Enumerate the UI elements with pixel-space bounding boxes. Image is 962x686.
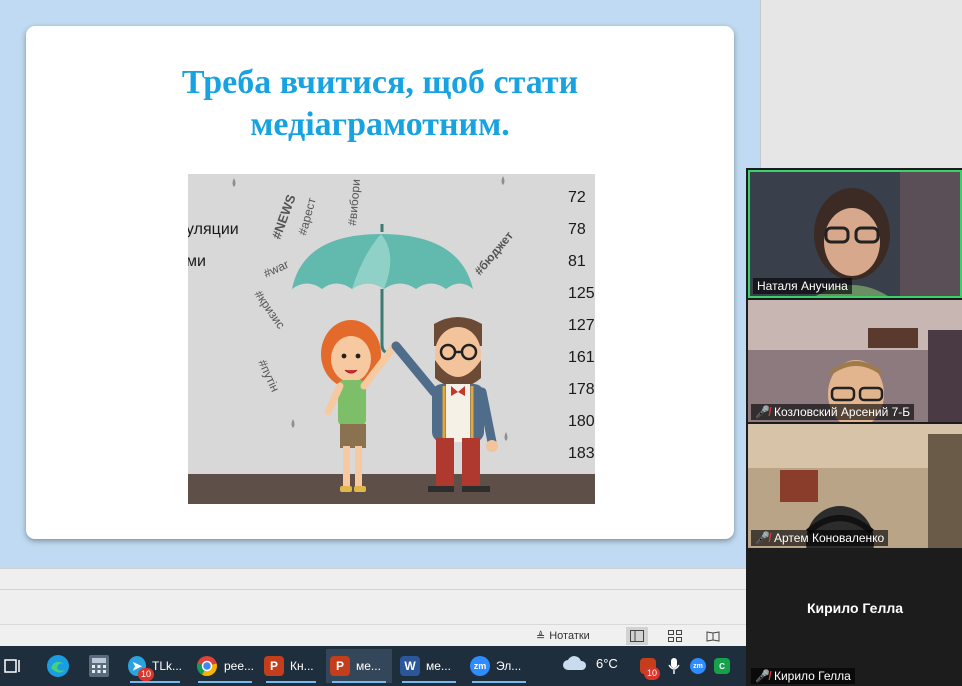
video-tile-artem[interactable]: 🎤̸ Артем Коноваленко: [748, 424, 962, 548]
slide-editing-canvas[interactable]: Треба вчитися, щоб стати медіаграмотним.…: [0, 0, 760, 568]
word-icon: W: [400, 656, 420, 676]
microphone-icon[interactable]: [668, 651, 680, 681]
image-number: 180: [568, 413, 595, 430]
unread-count-badge: 10: [138, 668, 155, 681]
ground: [188, 474, 595, 504]
notes-button[interactable]: ≜ Нотатки: [536, 627, 590, 645]
taskbar-app-label: TLk...: [151, 659, 182, 673]
taskbar-app-word[interactable]: W ме...: [396, 649, 462, 683]
calculator-icon[interactable]: [88, 651, 110, 681]
task-view-icon[interactable]: [4, 651, 22, 681]
taskbar-app-label: ме...: [356, 659, 381, 673]
image-left-text-1: уляции: [188, 221, 239, 238]
mic-muted-icon: 🎤̸: [755, 405, 770, 419]
slide-sorter-icon: [668, 630, 682, 642]
image-number: 81: [568, 253, 586, 270]
taskbar-app-powerpoint-2[interactable]: P ме...: [326, 649, 392, 683]
notes-pane[interactable]: [0, 568, 760, 624]
zoom-tray-icon[interactable]: zm: [690, 651, 706, 681]
powerpoint-icon: P: [330, 656, 350, 676]
participant-name: Кирило Гелла: [773, 669, 851, 683]
edge-icon[interactable]: [46, 651, 70, 681]
image-number: 161: [568, 349, 595, 366]
video-tile-arseniy[interactable]: 🎤̸ Козловский Арсений 7-Б: [748, 300, 962, 422]
participant-name-tag: 🎤̸ Кирило Гелла: [751, 668, 855, 684]
normal-view-icon: [630, 630, 644, 642]
slide-sorter-button[interactable]: [664, 627, 686, 645]
zoom-icon: zm: [470, 656, 490, 676]
reading-view-icon: [706, 631, 720, 642]
taskbar-app-label: Эл...: [496, 659, 522, 673]
taskbar-app-label: ме...: [426, 659, 451, 673]
participant-name: Артем Коноваленко: [773, 531, 885, 545]
slide-title[interactable]: Треба вчитися, щоб стати медіаграмотним.: [26, 62, 734, 146]
taskbar-app-telegram[interactable]: ➤ TLk... 10: [124, 649, 186, 683]
image-number: 125: [568, 285, 595, 302]
tray-count-badge: 10: [644, 667, 661, 680]
image-left-text-2: ми: [188, 253, 206, 270]
tray-app-icon-2[interactable]: C: [714, 651, 730, 681]
taskbar-app-zoom[interactable]: zm Эл...: [466, 649, 532, 683]
slide-title-line-1: Треба вчитися, щоб стати: [181, 64, 579, 101]
image-number: 72: [568, 189, 586, 206]
image-number: 183: [568, 445, 595, 462]
video-tile-kyrylo[interactable]: Кирило Гелла 🎤̸ Кирило Гелла: [748, 550, 962, 686]
taskbar-app-label: Кн...: [290, 659, 314, 673]
notes-label: Нотатки: [549, 630, 590, 642]
powerpoint-icon: P: [264, 656, 284, 676]
slide[interactable]: Треба вчитися, щоб стати медіаграмотним.…: [26, 26, 734, 539]
image-number: 78: [568, 221, 586, 238]
weather-widget[interactable]: 6°C: [562, 654, 618, 672]
temperature-label: 6°C: [596, 655, 618, 671]
video-tile-nataliia[interactable]: Наталя Анучина: [748, 170, 962, 298]
umbrella-illustration: уляции ми 72 78 81 125 127 161 178 180 1…: [188, 174, 595, 504]
mic-muted-icon: 🎤̸: [755, 669, 770, 683]
participant-name-tag: 🎤̸ Артем Коноваленко: [751, 530, 889, 546]
slide-title-line-2: медіаграмотним.: [250, 106, 510, 143]
slide-illustration[interactable]: уляции ми 72 78 81 125 127 161 178 180 1…: [188, 174, 595, 504]
participant-name: Наталя Анучина: [757, 279, 848, 293]
participant-name: Козловский Арсений 7-Б: [773, 405, 911, 419]
tray-notification-icon[interactable]: 10: [640, 651, 661, 681]
notes-divider: [0, 589, 760, 590]
taskbar-app-label: рее...: [223, 659, 254, 673]
notes-icon: ≜: [536, 630, 546, 643]
participant-name-tag: 🎤̸ Козловский Арсений 7-Б: [751, 404, 915, 420]
participant-name-tag: Наталя Анучина: [753, 278, 852, 294]
status-bar: ≜ Нотатки: [0, 624, 760, 646]
zoom-video-panel[interactable]: Наталя Анучина 🎤̸ Козловский Арсений 7-Б: [746, 168, 962, 686]
reading-view-button[interactable]: [702, 627, 724, 645]
chrome-icon: [196, 656, 217, 676]
taskbar-app-chrome[interactable]: рее...: [192, 649, 258, 683]
image-number: 178: [568, 381, 595, 398]
mic-muted-icon: 🎤̸: [755, 531, 770, 545]
taskbar-app-powerpoint-1[interactable]: P Кн...: [260, 649, 322, 683]
participant-display-name: Кирило Гелла: [806, 600, 904, 616]
cloud-icon: [563, 656, 587, 670]
normal-view-button[interactable]: [626, 627, 648, 645]
image-number: 127: [568, 317, 595, 334]
